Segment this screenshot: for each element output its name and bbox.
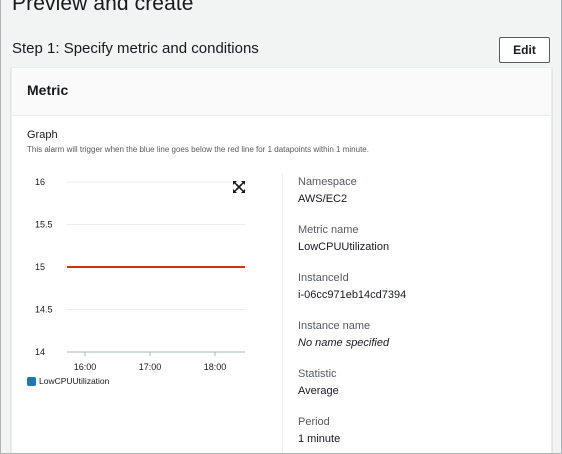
metric-card: Metric Graph This alarm will trigger whe… <box>11 67 552 454</box>
y-tick-label: 16 <box>35 177 45 187</box>
metric-card-header: Metric <box>12 68 551 116</box>
detail-value: Average <box>298 385 339 397</box>
edit-button[interactable]: Edit <box>499 37 550 63</box>
step-title: Step 1: Specify metric and conditions <box>12 40 259 57</box>
legend-swatch <box>27 376 36 386</box>
detail-metric-name: Metric name LowCPUUtilization <box>298 223 389 254</box>
detail-value: No name specified <box>298 337 390 349</box>
y-tick-label: 15.5 <box>35 220 53 230</box>
detail-statistic: Statistic Average <box>298 367 339 398</box>
detail-instance-id: InstanceId i-06cc971eb14cd7394 <box>298 271 406 302</box>
detail-value: 1 minute <box>298 433 341 445</box>
expand-icon[interactable] <box>232 180 246 194</box>
legend-label: LowCPUUtilization <box>39 376 110 386</box>
graph-label: Graph <box>27 129 58 141</box>
detail-value: LowCPUUtilization <box>298 241 390 253</box>
column-divider <box>282 173 283 454</box>
x-tick-label: 16:00 <box>74 362 97 372</box>
detail-label: Statistic <box>298 368 337 380</box>
detail-label: Namespace <box>298 176 357 188</box>
chart-svg: 16 15.5 15 14.5 14 16:00 17:00 18:00 <box>35 177 245 372</box>
metric-chart: 16 15.5 15 14.5 14 16:00 17:00 18:00 <box>27 168 257 398</box>
detail-label: Period <box>298 416 330 428</box>
detail-period: Period 1 minute <box>298 415 340 446</box>
x-tick-label: 18:00 <box>204 362 227 372</box>
detail-namespace: Namespace AWS/EC2 <box>298 175 357 206</box>
detail-value: i-06cc971eb14cd7394 <box>298 289 407 301</box>
graph-description: This alarm will trigger when the blue li… <box>27 145 369 154</box>
metric-card-title: Metric <box>27 82 69 98</box>
detail-label: Metric name <box>298 224 359 236</box>
page-title: Preview and create <box>12 0 194 15</box>
detail-instance-name: Instance name No name specified <box>298 319 389 350</box>
y-tick-label: 15 <box>35 262 45 272</box>
detail-value: AWS/EC2 <box>298 193 348 205</box>
y-tick-label: 14.5 <box>35 305 53 315</box>
detail-label: InstanceId <box>298 272 349 284</box>
detail-label: Instance name <box>298 320 371 332</box>
x-tick-label: 17:00 <box>139 362 162 372</box>
chart-legend[interactable]: LowCPUUtilization <box>27 376 109 386</box>
y-tick-label: 14 <box>35 347 45 357</box>
